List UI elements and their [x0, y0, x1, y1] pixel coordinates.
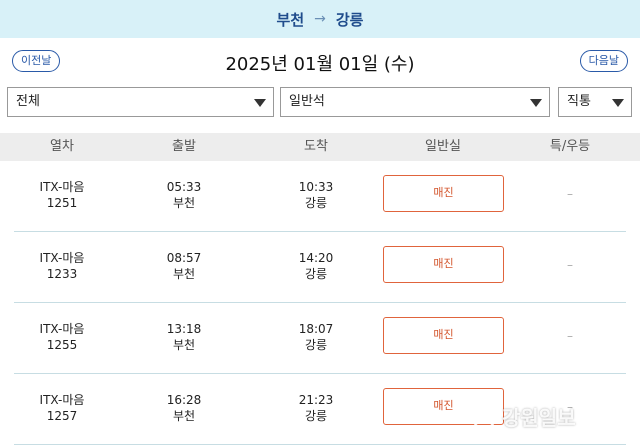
arrival-cell: 21:23 강릉	[261, 392, 371, 424]
train-number: 1251	[46, 196, 78, 210]
arrival-station: 강릉	[335, 10, 364, 29]
train-cell: ITX-마음 1257	[7, 392, 117, 424]
arrival-cell: 18:07 강릉	[261, 321, 371, 353]
arrival-time: 21:23	[298, 393, 334, 407]
departure-station-label: 부천	[172, 338, 196, 352]
route-type-value: 직통	[567, 94, 591, 109]
departure-cell: 08:57 부천	[129, 250, 239, 282]
departure-cell: 05:33 부천	[129, 179, 239, 211]
arrival-station-label: 강릉	[304, 409, 328, 423]
table-row: ITX-마음 1233 08:57 부천 14:20 강릉 매진 –	[0, 232, 640, 303]
column-header-train: 열차	[50, 139, 74, 154]
arrival-station-label: 강릉	[304, 196, 328, 210]
arrival-time: 18:07	[298, 322, 334, 336]
column-header-departure: 출발	[172, 139, 196, 154]
arrival-station-label: 강릉	[304, 267, 328, 281]
train-number: 1257	[46, 409, 78, 423]
departure-time: 05:33	[166, 180, 202, 194]
next-day-button[interactable]: 다음날	[579, 50, 628, 72]
arrival-station-label: 강릉	[304, 338, 328, 352]
route-header: 부천 → 강릉	[0, 0, 640, 38]
train-name: ITX-마음	[39, 393, 85, 407]
seat-type-select[interactable]: 일반석	[280, 87, 550, 117]
column-header-general: 일반실	[425, 139, 461, 154]
special-seat-unavailable: –	[567, 187, 573, 201]
departure-time: 13:18	[166, 322, 202, 336]
special-seat-unavailable: –	[567, 258, 573, 272]
caret-down-icon	[530, 99, 542, 107]
train-number: 1255	[46, 338, 78, 352]
table-row: ITX-마음 1255 13:18 부천 18:07 강릉 매진 –	[0, 303, 640, 374]
arrival-time: 14:20	[298, 251, 334, 265]
date-navigation: 이전날 2025년 01월 01일 (수) 다음날	[0, 38, 640, 82]
departure-station-label: 부천	[172, 409, 196, 423]
general-seat-soldout-button[interactable]: 매진	[383, 317, 504, 354]
column-header-special: 특/우등	[549, 139, 591, 154]
departure-cell: 16:28 부천	[129, 392, 239, 424]
selected-date: 2025년 01월 01일 (수)	[225, 54, 415, 75]
departure-time: 08:57	[166, 251, 202, 265]
watermark-text: 강원일보	[502, 405, 576, 430]
table-header: 열차 출발 도착 일반실 특/우등	[0, 133, 640, 161]
seat-type-value: 일반석	[289, 94, 325, 109]
arrival-time: 10:33	[298, 180, 334, 194]
train-type-value: 전체	[16, 94, 40, 109]
departure-station: 부천	[276, 10, 305, 29]
row-divider	[14, 444, 626, 445]
departure-station-label: 부천	[172, 267, 196, 281]
train-cell: ITX-마음 1255	[7, 321, 117, 353]
arrival-cell: 10:33 강릉	[261, 179, 371, 211]
general-seat-soldout-button[interactable]: 매진	[383, 246, 504, 283]
train-cell: ITX-마음 1251	[7, 179, 117, 211]
caret-down-icon	[612, 99, 624, 107]
route-type-select[interactable]: 직통	[558, 87, 632, 117]
departure-time: 16:28	[166, 393, 202, 407]
train-name: ITX-마음	[39, 251, 85, 265]
train-name: ITX-마음	[39, 322, 85, 336]
departure-station-label: 부천	[172, 196, 196, 210]
column-header-arrival: 도착	[304, 139, 328, 154]
table-row: ITX-마음 1251 05:33 부천 10:33 강릉 매진 –	[0, 161, 640, 232]
arrow-right-icon: →	[314, 11, 326, 27]
newspaper-watermark: 강원일보	[470, 398, 576, 434]
train-type-select[interactable]: 전체	[7, 87, 274, 117]
arrival-cell: 14:20 강릉	[261, 250, 371, 282]
watermark-logo-icon	[471, 403, 497, 429]
caret-down-icon	[254, 99, 266, 107]
special-seat-unavailable: –	[567, 329, 573, 343]
train-number: 1233	[46, 267, 78, 281]
train-cell: ITX-마음 1233	[7, 250, 117, 282]
departure-cell: 13:18 부천	[129, 321, 239, 353]
general-seat-soldout-button[interactable]: 매진	[383, 175, 504, 212]
train-name: ITX-마음	[39, 180, 85, 194]
